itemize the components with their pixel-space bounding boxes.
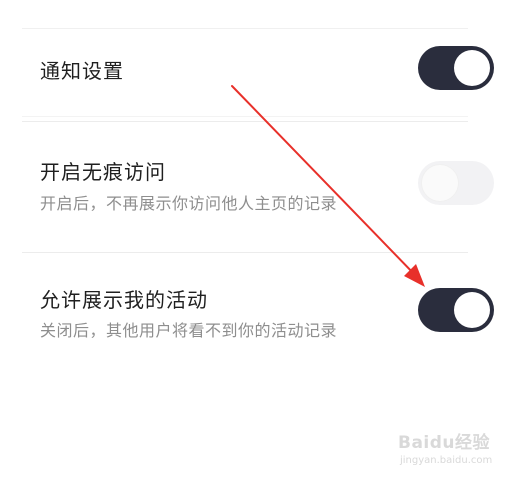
- divider-1a: [22, 116, 468, 117]
- notification-settings-toggle[interactable]: [418, 46, 494, 90]
- incognito-visit-toggle[interactable]: [418, 161, 494, 205]
- setting-row-incognito[interactable]: 开启无痕访问 开启后，不再展示你访问他人主页的记录: [0, 122, 517, 252]
- setting-row-notification[interactable]: 通知设置: [0, 0, 517, 116]
- show-activity-subtitle: 关闭后，其他用户将看不到你的活动记录: [40, 321, 338, 340]
- watermark-logo: Baidu经验: [398, 433, 491, 453]
- watermark-url: jingyan.baidu.com: [400, 455, 493, 466]
- toggle-knob: [454, 292, 490, 328]
- toggle-knob: [454, 50, 490, 86]
- incognito-visit-title: 开启无痕访问: [40, 160, 166, 184]
- toggle-knob: [422, 165, 458, 201]
- incognito-visit-subtitle: 开启后，不再展示你访问他人主页的记录: [40, 194, 338, 213]
- notification-settings-title: 通知设置: [40, 59, 124, 83]
- show-activity-title: 允许展示我的活动: [40, 288, 208, 312]
- show-activity-toggle[interactable]: [418, 288, 494, 332]
- setting-row-show-activity[interactable]: 允许展示我的活动 关闭后，其他用户将看不到你的活动记录: [0, 253, 517, 373]
